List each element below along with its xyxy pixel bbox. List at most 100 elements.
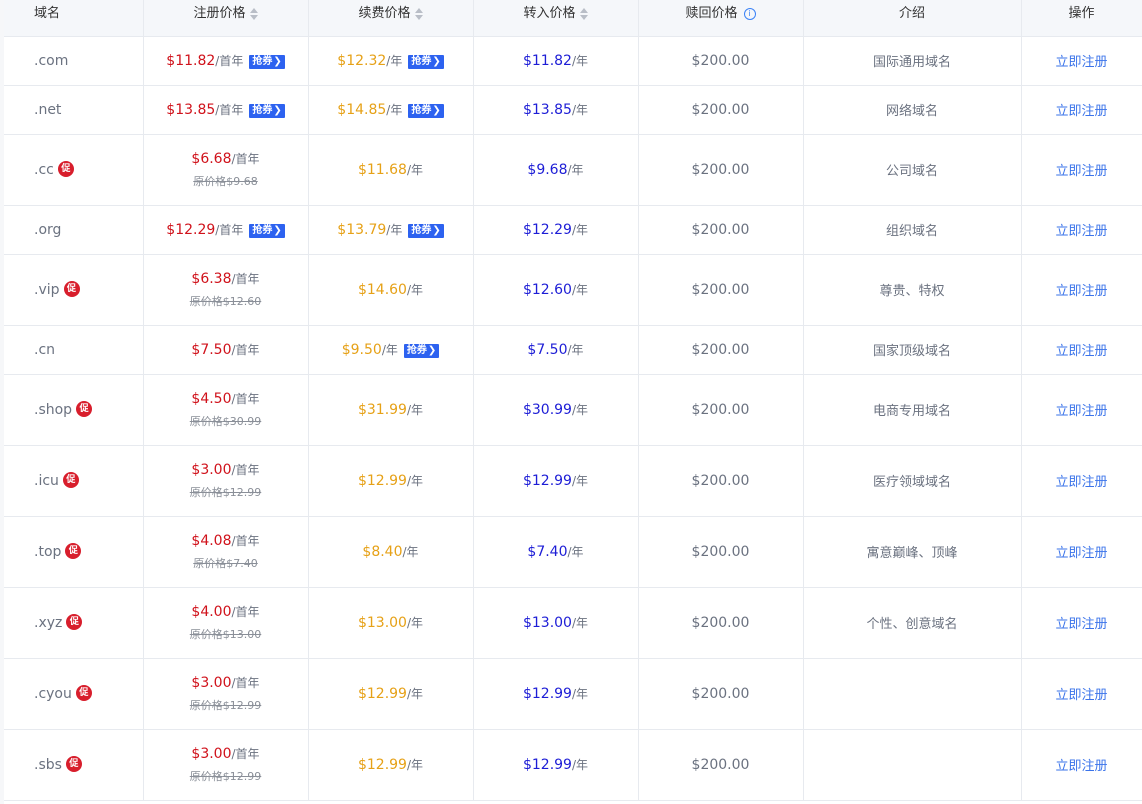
transfer-price: $12.60 [522, 282, 572, 298]
coupon-button[interactable]: 抢券❯ [408, 224, 444, 238]
original-price: 原价格$7.40 [193, 557, 258, 570]
intro-cell: 国际通用域名 [803, 36, 1022, 86]
intro-text: 网络域名 [885, 104, 938, 119]
transfer-price-cell: $12.60/年 [473, 254, 639, 326]
header-register-price[interactable]: 注册价格 [143, 0, 309, 37]
table-header: 域名 注册价格 续费价格 转入价格 赎回价格 i 介绍 操作 [4, 0, 1142, 37]
coupon-button[interactable]: 抢券❯ [249, 55, 285, 69]
header-intro: 介绍 [803, 0, 1022, 37]
register-now-link[interactable]: 立即注册 [1055, 759, 1107, 774]
header-renew-price[interactable]: 续费价格 [308, 0, 474, 37]
promo-badge-icon: 促 [75, 685, 92, 701]
domain-suffix: .cn [34, 341, 56, 358]
transfer-price-cell: $13.00/年 [473, 587, 639, 659]
header-transfer-price[interactable]: 转入价格 [473, 0, 639, 37]
domain-cell: .cn [4, 325, 144, 375]
header-transfer-label: 转入价格 [523, 6, 576, 22]
action-cell: 立即注册 [1021, 374, 1142, 446]
intro-cell: 国家顶级域名 [803, 325, 1022, 375]
intro-cell: 尊贵、特权 [803, 254, 1022, 326]
domain-cell: .shop 促 [4, 374, 144, 446]
register-price: $3.00 [191, 462, 232, 478]
redeem-price-cell: $200.00 [638, 205, 804, 255]
register-now-link[interactable]: 立即注册 [1055, 344, 1107, 359]
register-now-link[interactable]: 立即注册 [1055, 546, 1107, 561]
coupon-button[interactable]: 抢券❯ [408, 55, 444, 69]
register-now-link[interactable]: 立即注册 [1055, 475, 1107, 490]
register-price: $4.00 [191, 604, 232, 620]
price-unit: /首年 [215, 223, 244, 237]
register-now-link[interactable]: 立即注册 [1055, 284, 1107, 299]
domain-suffix: .org [34, 221, 62, 238]
coupon-button[interactable]: 抢券❯ [249, 224, 285, 238]
renew-price-cell: $31.99/年 [308, 374, 474, 446]
register-now-link[interactable]: 立即注册 [1055, 688, 1107, 703]
renew-price-cell: $14.60/年 [308, 254, 474, 326]
price-unit: /年 [386, 223, 403, 237]
coupon-button[interactable]: 抢券❯ [403, 344, 440, 358]
domain-suffix: .sbs [34, 757, 62, 773]
register-now-link[interactable]: 立即注册 [1055, 404, 1107, 419]
register-now-link[interactable]: 立即注册 [1055, 55, 1107, 70]
table-row: .vip 促 $6.38/首年 原价格$12.60 $14.60/年 $12.60/年 $2… [4, 254, 1142, 326]
info-icon[interactable]: i [743, 7, 756, 20]
coupon-button[interactable]: 抢券❯ [408, 104, 444, 118]
register-now-link[interactable]: 立即注册 [1055, 224, 1107, 239]
price-unit: /年 [571, 758, 589, 772]
register-price: $11.82 [166, 53, 216, 69]
intro-text: 电商专用域名 [872, 404, 951, 419]
transfer-price: $12.29 [522, 222, 572, 238]
intro-text: 国际通用域名 [872, 55, 951, 70]
sort-icon[interactable] [249, 7, 258, 20]
action-cell: 立即注册 [1021, 658, 1142, 730]
sort-icon[interactable] [579, 7, 588, 20]
domain-suffix: .vip [34, 282, 60, 298]
redeem-price: $200.00 [691, 472, 750, 489]
renew-price: $14.60 [357, 282, 407, 298]
table-row: .icu 促 $3.00/首年 原价格$12.99 $12.99/年 $12.99/年 $2… [4, 445, 1142, 517]
table-row: .com $11.82/首年 抢券❯ $12.32/年 抢券❯ $11.82/年 $200.… [4, 36, 1142, 86]
register-price-cell: $4.00/首年 原价格$13.00 [143, 587, 309, 659]
redeem-price-cell: $200.00 [638, 658, 804, 730]
transfer-price: $9.68 [527, 162, 568, 178]
sort-icon[interactable] [414, 7, 423, 20]
renew-price: $12.32 [337, 53, 387, 69]
renew-price-cell: $13.00/年 [308, 587, 474, 659]
transfer-price: $12.99 [522, 686, 572, 702]
price-unit: /年 [571, 616, 589, 630]
intro-text: 寓意巅峰、顶峰 [866, 546, 958, 561]
register-now-link[interactable]: 立即注册 [1055, 617, 1107, 632]
register-price: $13.85 [166, 102, 216, 118]
transfer-price-cell: $7.50/年 [473, 325, 639, 375]
domain-price-table-container: 域名 注册价格 续费价格 转入价格 赎回价格 i 介绍 操作 .com $11.82… [0, 0, 1142, 804]
transfer-price: $13.00 [522, 615, 572, 631]
price-unit: /首年 [231, 343, 260, 357]
transfer-price-cell: $11.82/年 [473, 36, 639, 86]
original-price: 原价格$12.60 [189, 295, 262, 308]
original-price: 原价格$12.99 [189, 699, 262, 712]
action-cell: 立即注册 [1021, 254, 1142, 326]
price-unit: /年 [567, 343, 584, 357]
register-now-link[interactable]: 立即注册 [1055, 164, 1107, 179]
domain-cell: .vip 促 [4, 254, 144, 326]
domain-cell: .cyou 促 [4, 658, 144, 730]
redeem-price: $200.00 [691, 101, 750, 118]
domain-cell: .net [4, 85, 144, 135]
register-now-link[interactable]: 立即注册 [1055, 104, 1107, 119]
register-price-cell: $3.00/首年 原价格$12.99 [143, 658, 309, 730]
renew-price-cell: $9.50/年 抢券❯ [308, 325, 474, 375]
table-row: .cyou 促 $3.00/首年 原价格$12.99 $12.99/年 $12.99/年 $… [4, 658, 1142, 730]
price-unit: /年 [406, 616, 424, 630]
intro-cell [803, 729, 1022, 801]
header-action-label: 操作 [1068, 6, 1095, 22]
action-cell: 立即注册 [1021, 134, 1142, 206]
renew-price: $14.85 [337, 102, 387, 118]
redeem-price-cell: $200.00 [638, 325, 804, 375]
register-price-cell: $6.68/首年 原价格$9.68 [143, 134, 309, 206]
action-cell: 立即注册 [1021, 516, 1142, 588]
register-price-cell: $7.50/首年 [143, 325, 309, 375]
coupon-button[interactable]: 抢券❯ [249, 104, 285, 118]
transfer-price: $13.85 [522, 102, 572, 118]
table-row: .org $12.29/首年 抢券❯ $13.79/年 抢券❯ $12.29/年 $200.… [4, 205, 1142, 255]
renew-price-cell: $12.99/年 [308, 729, 474, 801]
